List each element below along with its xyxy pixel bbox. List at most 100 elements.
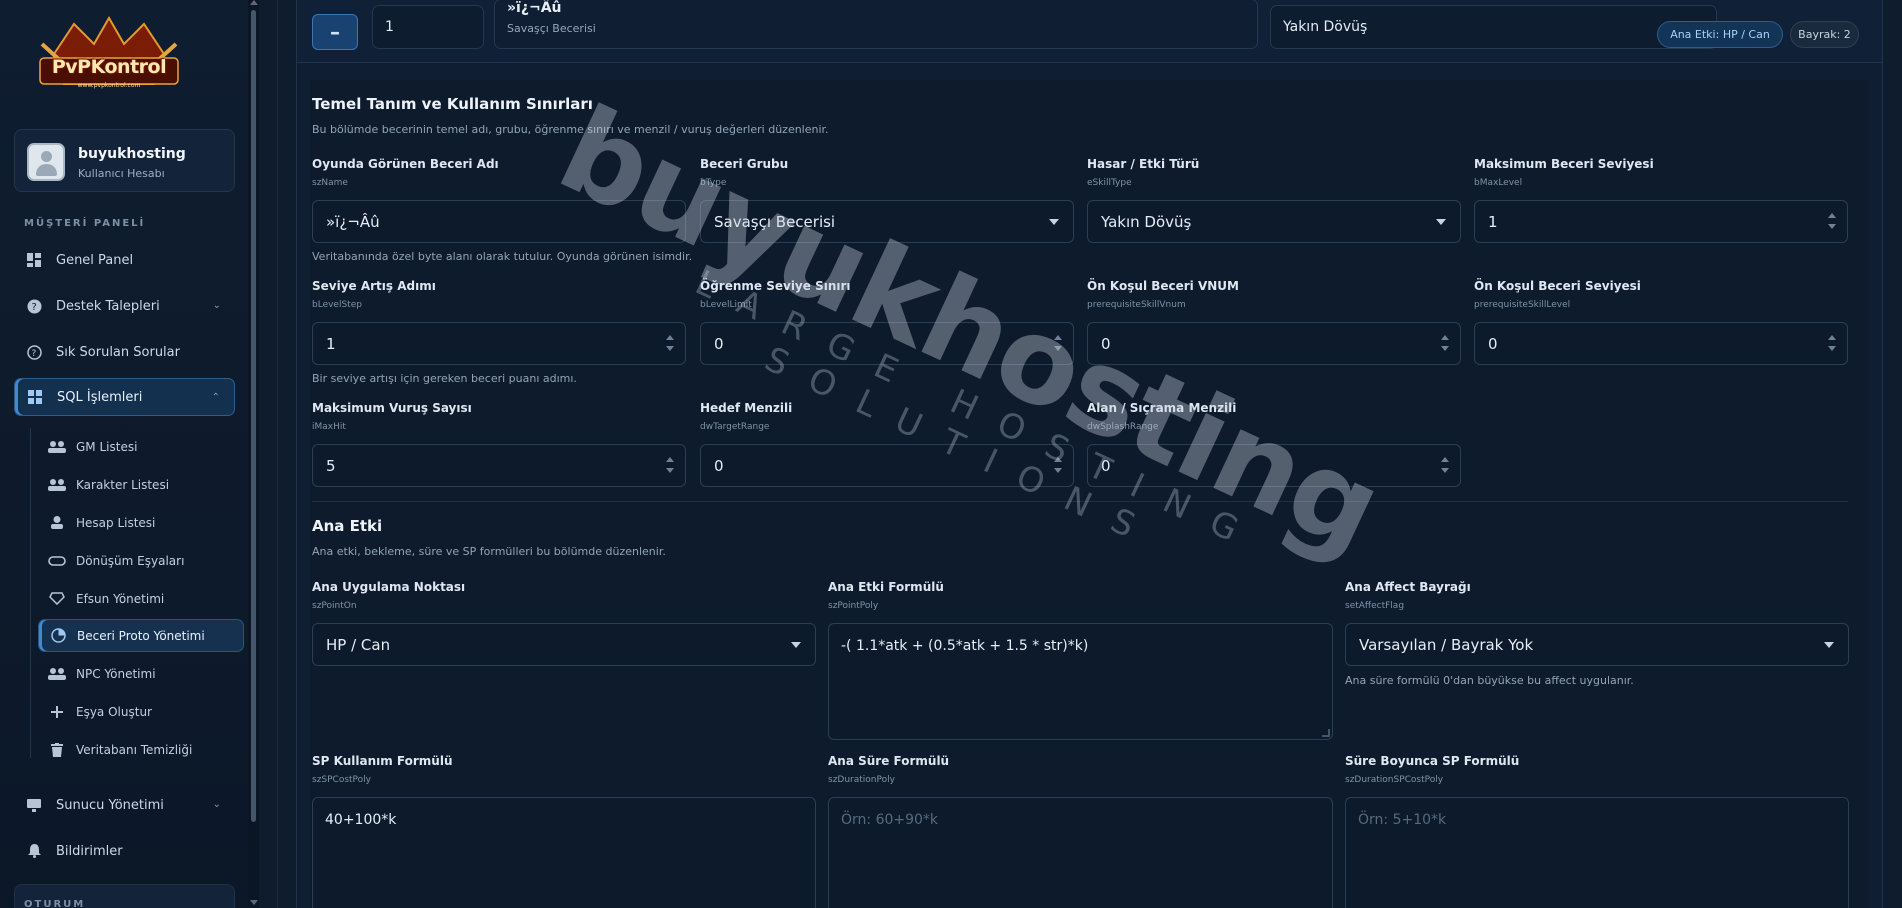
scroll-down-icon[interactable] bbox=[250, 900, 258, 905]
number-spinner-icon[interactable] bbox=[1828, 213, 1837, 232]
target-range-input[interactable]: 0 bbox=[700, 444, 1074, 487]
brand-logo[interactable]: PvPKontrol www.pvpkontrol.com bbox=[34, 14, 184, 100]
field-label-group: Beceri Grubu bbox=[700, 157, 789, 171]
nav-item-support[interactable]: ? Destek Talepleri ⌄ bbox=[14, 287, 235, 325]
affect-flag-select[interactable]: Varsayılan / Bayrak Yok bbox=[1345, 623, 1849, 666]
duration-textarea[interactable]: Örn: 60+90*k bbox=[828, 797, 1333, 908]
sub-item-character-list[interactable]: Karakter Listesi bbox=[38, 468, 244, 501]
skill-type-select[interactable]: Yakın Dövüş bbox=[1087, 200, 1461, 243]
textarea-value: -( 1.1*atk + (0.5*atk + 1.5 * str)*k) bbox=[841, 638, 1089, 654]
user-name: buyukhosting bbox=[78, 146, 186, 162]
user-card[interactable]: buyukhosting Kullanıcı Hesabı bbox=[14, 129, 235, 192]
chevron-down-icon: ⌄ bbox=[212, 300, 221, 311]
sub-item-label: Beceri Proto Yönetimi bbox=[77, 628, 205, 643]
field-key-spcost: szSPCostPoly bbox=[312, 775, 372, 785]
chevron-up-icon: ⌃ bbox=[211, 392, 220, 403]
number-spinner-icon[interactable] bbox=[1441, 457, 1450, 476]
sub-item-bonus-management[interactable]: Efsun Yönetimi bbox=[38, 582, 244, 615]
collapse-button[interactable]: – bbox=[312, 14, 358, 50]
prereq-vnum-input[interactable]: 0 bbox=[1087, 322, 1461, 365]
textarea-value: 40+100*k bbox=[325, 812, 397, 828]
field-label-splash: Alan / Sıçrama Menzili bbox=[1087, 401, 1237, 415]
nav-item-notifications[interactable]: Bildirimler bbox=[14, 832, 235, 870]
sub-item-label: Hesap Listesi bbox=[76, 515, 156, 530]
section-divider bbox=[312, 501, 1848, 502]
select-value: Varsayılan / Bayrak Yok bbox=[1359, 635, 1534, 654]
avatar bbox=[27, 143, 65, 181]
nav-item-server[interactable]: Sunucu Yönetimi ⌄ bbox=[14, 786, 235, 824]
skill-group-subtitle: Savaşçı Becerisi bbox=[507, 22, 596, 35]
prereq-level-input[interactable]: 0 bbox=[1474, 322, 1848, 365]
input-value: 0 bbox=[1488, 334, 1498, 353]
sub-item-label: NPC Yönetimi bbox=[76, 666, 156, 681]
sub-item-account-list[interactable]: Hesap Listesi bbox=[38, 506, 244, 539]
input-value: 0 bbox=[714, 334, 724, 353]
user-role: Kullanıcı Hesabı bbox=[78, 167, 165, 180]
number-spinner-icon[interactable] bbox=[666, 335, 675, 354]
field-label-maxlevel: Maksimum Beceri Seviyesi bbox=[1474, 157, 1654, 171]
number-spinner-icon[interactable] bbox=[1828, 335, 1837, 354]
field-label-prereqvnum: Ön Koşul Beceri VNUM bbox=[1087, 279, 1239, 293]
duration-sp-textarea[interactable]: Örn: 5+10*k bbox=[1345, 797, 1849, 908]
resize-grip-icon[interactable] bbox=[1322, 729, 1330, 737]
field-key-levelstep: bLevelStep bbox=[312, 300, 362, 310]
level-limit-input[interactable]: 0 bbox=[700, 322, 1074, 365]
sub-item-gm-list[interactable]: GM Listesi bbox=[38, 430, 244, 463]
nav-item-dashboard[interactable]: Genel Panel bbox=[14, 241, 235, 279]
field-label-dmg: Hasar / Etki Türü bbox=[1087, 157, 1200, 171]
number-spinner-icon[interactable] bbox=[1054, 335, 1063, 354]
scroll-up-icon[interactable] bbox=[250, 0, 258, 5]
sub-item-transform-items[interactable]: Dönüşüm Eşyaları bbox=[38, 544, 244, 577]
field-label-prereqlevel: Ön Koşul Beceri Seviyesi bbox=[1474, 279, 1641, 293]
field-label-affectflag: Ana Affect Bayrağı bbox=[1345, 580, 1471, 594]
field-label-name: Oyunda Görünen Beceri Adı bbox=[312, 157, 499, 171]
skill-header-card: – 1 »ï¿¬Âû Savaşçı Becerisi Yakın Dövüş … bbox=[296, 0, 1883, 63]
plus-icon bbox=[48, 704, 66, 720]
field-key-pointon: szPointOn bbox=[312, 601, 357, 611]
splash-range-input[interactable]: 0 bbox=[1087, 444, 1461, 487]
sub-item-label: GM Listesi bbox=[76, 439, 138, 454]
ring-icon bbox=[48, 553, 66, 569]
input-value: 5 bbox=[326, 456, 336, 475]
sub-item-skill-proto[interactable]: Beceri Proto Yönetimi bbox=[38, 619, 244, 652]
sub-item-npc-management[interactable]: NPC Yönetimi bbox=[38, 657, 244, 690]
effect-badge: Ana Etki: HP / Can bbox=[1657, 21, 1783, 48]
field-help-name: Veritabanında özel byte alanı olarak tut… bbox=[312, 250, 693, 263]
max-level-input[interactable]: 1 bbox=[1474, 200, 1848, 243]
nav-item-faq[interactable]: ? Sık Sorulan Sorular bbox=[14, 333, 235, 371]
field-label-maxhit: Maksimum Vuruş Sayısı bbox=[312, 401, 472, 415]
skill-title: »ï¿¬Âû bbox=[507, 0, 562, 16]
field-key-affectflag: setAffectFlag bbox=[1345, 601, 1405, 611]
input-value: 0 bbox=[1101, 456, 1111, 475]
section-title-basic: Temel Tanım ve Kullanım Sınırları bbox=[312, 95, 593, 113]
field-key-splash: dwSplashRange bbox=[1087, 422, 1159, 432]
input-value: 0 bbox=[714, 456, 724, 475]
select-value: HP / Can bbox=[326, 635, 391, 654]
point-on-select[interactable]: HP / Can bbox=[312, 623, 816, 666]
sub-item-db-cleanup[interactable]: Veritabanı Temizliği bbox=[38, 733, 244, 766]
skill-group-select[interactable]: Savaşçı Becerisi bbox=[700, 200, 1074, 243]
nav-item-label: Bildirimler bbox=[56, 843, 123, 859]
sub-item-create-item[interactable]: Eşya Oluştur bbox=[38, 695, 244, 728]
max-hit-input[interactable]: 5 bbox=[312, 444, 686, 487]
skill-name-input[interactable]: »ï¿¬Âû bbox=[312, 200, 686, 243]
number-spinner-icon[interactable] bbox=[1054, 457, 1063, 476]
logo-text: PvPKontrol bbox=[51, 56, 167, 78]
number-spinner-icon[interactable] bbox=[1441, 335, 1450, 354]
caret-down-icon bbox=[1049, 219, 1059, 225]
skill-type-field[interactable]: Yakın Dövüş bbox=[1270, 5, 1717, 49]
point-poly-textarea[interactable]: -( 1.1*atk + (0.5*atk + 1.5 * str)*k) bbox=[828, 623, 1333, 740]
select-value: Yakın Dövüş bbox=[1101, 212, 1192, 231]
input-value: 1 bbox=[1488, 212, 1498, 231]
sidebar-scroll-thumb[interactable] bbox=[251, 10, 256, 822]
field-label-range: Hedef Menzili bbox=[700, 401, 793, 415]
level-step-input[interactable]: 1 bbox=[312, 322, 686, 365]
vnum-field[interactable]: 1 bbox=[372, 5, 484, 49]
number-spinner-icon[interactable] bbox=[666, 457, 675, 476]
nav-item-sql[interactable]: SQL İşlemleri ⌃ bbox=[14, 378, 235, 416]
caret-down-icon bbox=[791, 642, 801, 648]
field-label-levellimit: Öğrenme Seviye Sınırı bbox=[700, 279, 851, 293]
sp-cost-textarea[interactable]: 40+100*k bbox=[312, 797, 816, 908]
sub-item-label: Karakter Listesi bbox=[76, 477, 170, 492]
question-icon: ? bbox=[26, 344, 42, 360]
